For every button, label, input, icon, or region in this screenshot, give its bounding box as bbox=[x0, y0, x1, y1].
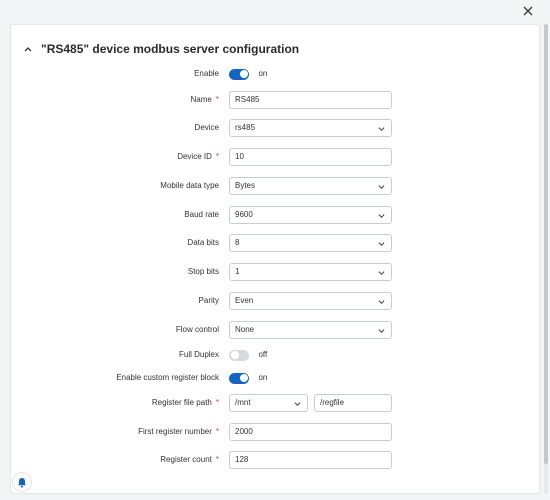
mobile-data-type-row: Mobile data type Bytes bbox=[11, 177, 539, 195]
mobile-data-type-value: Bytes bbox=[235, 181, 256, 190]
baud-rate-label: Baud rate bbox=[184, 210, 219, 219]
baud-rate-row: Baud rate 9600 bbox=[11, 206, 539, 224]
close-icon[interactable] bbox=[518, 2, 538, 22]
scrollbar[interactable] bbox=[544, 24, 548, 494]
stop-bits-value: 1 bbox=[235, 267, 240, 276]
parity-row: Parity Even bbox=[11, 292, 539, 310]
data-bits-value: 8 bbox=[235, 238, 240, 247]
required-mark: * bbox=[215, 95, 219, 104]
stop-bits-row: Stop bits 1 bbox=[11, 263, 539, 281]
name-row: Name * RS485 bbox=[11, 91, 539, 109]
custom-register-state: on bbox=[258, 373, 268, 382]
custom-register-toggle[interactable] bbox=[229, 372, 249, 384]
device-label: Device bbox=[194, 123, 219, 132]
full-duplex-toggle[interactable] bbox=[229, 349, 249, 361]
register-file-path-label: Register file path bbox=[151, 398, 212, 407]
stop-bits-select[interactable]: 1 bbox=[229, 263, 392, 281]
scrollbar-thumb[interactable] bbox=[544, 24, 548, 464]
chevron-down-icon bbox=[378, 300, 385, 304]
enable-state: on bbox=[258, 69, 268, 78]
data-bits-select[interactable]: 8 bbox=[229, 234, 392, 252]
register-dir-select[interactable]: /mnt bbox=[229, 394, 308, 412]
parity-label: Parity bbox=[198, 296, 219, 305]
data-bits-row: Data bits 8 bbox=[11, 234, 539, 252]
mobile-data-type-label: Mobile data type bbox=[160, 181, 219, 190]
register-file-input[interactable]: /regfile bbox=[314, 394, 392, 412]
register-dir-value: /mnt bbox=[235, 398, 251, 407]
chevron-up-icon[interactable] bbox=[23, 44, 33, 54]
enable-label: Enable bbox=[194, 69, 219, 78]
bell-icon[interactable] bbox=[12, 472, 32, 492]
device-id-row: Device ID * 10 bbox=[11, 148, 539, 166]
chevron-down-icon bbox=[294, 402, 301, 406]
chevron-down-icon bbox=[378, 329, 385, 333]
name-input[interactable]: RS485 bbox=[229, 91, 392, 109]
baud-rate-value: 9600 bbox=[235, 210, 253, 219]
mobile-data-type-select[interactable]: Bytes bbox=[229, 177, 392, 195]
data-bits-label: Data bits bbox=[187, 238, 219, 247]
parity-value: Even bbox=[235, 296, 254, 305]
custom-register-label: Enable custom register block bbox=[116, 373, 219, 382]
chevron-down-icon bbox=[378, 185, 385, 189]
panel-title: "RS485" device modbus server configurati… bbox=[41, 42, 300, 56]
full-duplex-row: Full Duplex off bbox=[11, 346, 539, 364]
first-register-input[interactable]: 2000 bbox=[229, 423, 392, 441]
device-select[interactable]: rs485 bbox=[229, 119, 392, 137]
flow-control-select[interactable]: None bbox=[229, 321, 392, 339]
flow-control-row: Flow control None bbox=[11, 321, 539, 339]
device-id-label: Device ID bbox=[177, 152, 212, 161]
baud-rate-select[interactable]: 9600 bbox=[229, 206, 392, 224]
chevron-down-icon bbox=[378, 127, 385, 131]
flow-control-label: Flow control bbox=[175, 325, 219, 334]
flow-control-value: None bbox=[235, 325, 255, 334]
full-duplex-state: off bbox=[258, 350, 268, 359]
device-row: Device rs485 bbox=[11, 119, 539, 137]
full-duplex-label: Full Duplex bbox=[178, 350, 219, 359]
required-mark: * bbox=[215, 152, 219, 161]
custom-register-row: Enable custom register block on bbox=[11, 369, 539, 387]
register-file-path-row: Register file path * /mnt /regfile bbox=[11, 394, 539, 412]
chevron-down-icon bbox=[378, 214, 385, 218]
first-register-label: First register number bbox=[138, 427, 212, 436]
required-mark: * bbox=[215, 398, 219, 407]
enable-row: Enable on bbox=[11, 65, 539, 83]
chevron-down-icon bbox=[378, 242, 385, 246]
device-id-input[interactable]: 10 bbox=[229, 148, 392, 166]
first-register-row: First register number * 2000 bbox=[11, 423, 539, 441]
required-mark: * bbox=[215, 427, 219, 436]
register-count-input[interactable]: 128 bbox=[229, 451, 392, 469]
register-count-row: Register count * 128 bbox=[11, 451, 539, 469]
stop-bits-label: Stop bits bbox=[187, 267, 219, 276]
register-count-label: Register count bbox=[160, 455, 212, 464]
chevron-down-icon bbox=[378, 271, 385, 275]
device-value: rs485 bbox=[235, 123, 256, 132]
parity-select[interactable]: Even bbox=[229, 292, 392, 310]
required-mark: * bbox=[215, 455, 219, 464]
name-label: Name bbox=[190, 95, 212, 104]
panel-header[interactable]: "RS485" device modbus server configurati… bbox=[23, 41, 299, 57]
config-panel: "RS485" device modbus server configurati… bbox=[10, 24, 540, 494]
enable-toggle[interactable] bbox=[229, 68, 249, 80]
